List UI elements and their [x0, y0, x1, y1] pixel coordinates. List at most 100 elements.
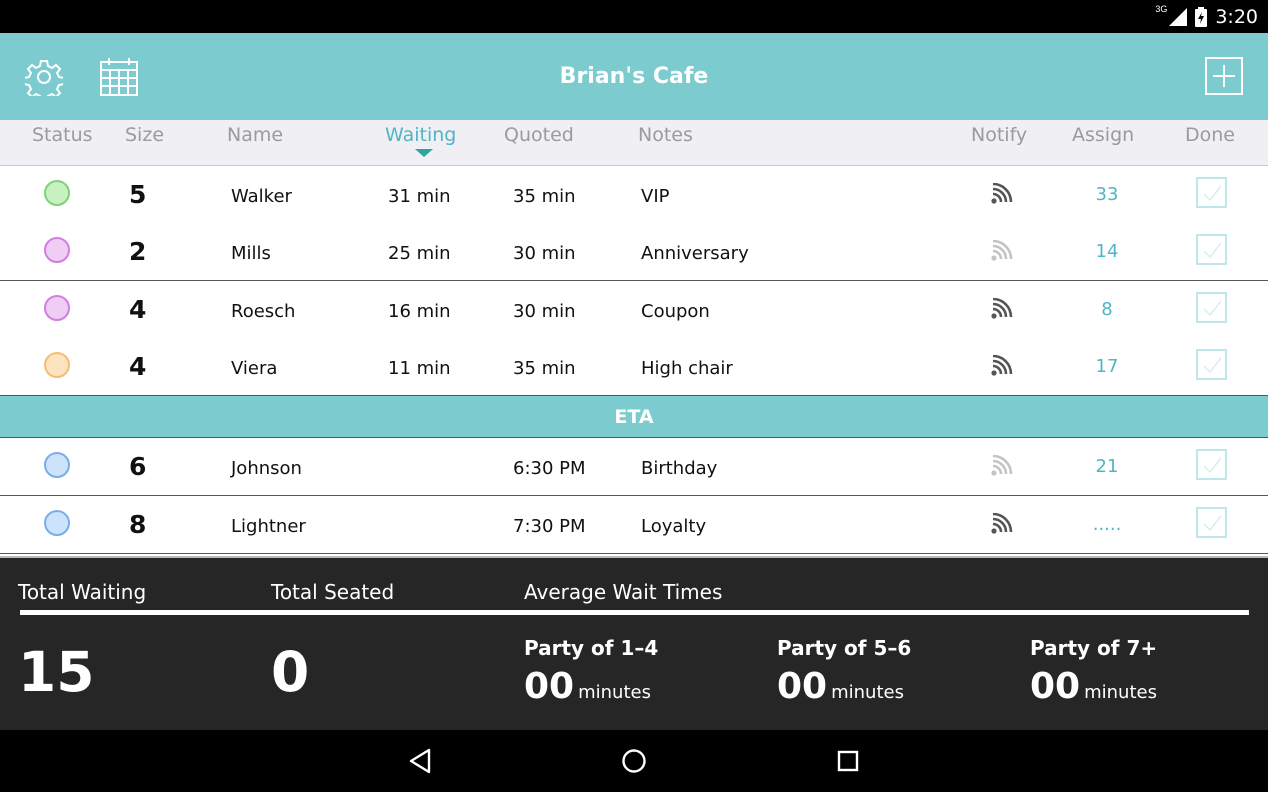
party-notes: Coupon: [641, 301, 710, 322]
party-size: 2: [129, 237, 147, 266]
checkbox-icon[interactable]: [1196, 292, 1227, 323]
party-notes: VIP: [641, 186, 670, 207]
party-name: Roesch: [231, 301, 296, 322]
wifi-signal-icon[interactable]: [990, 355, 1014, 377]
checkbox-icon[interactable]: [1196, 177, 1227, 208]
calendar-icon: [100, 58, 138, 96]
total-seated-value: 0: [271, 640, 310, 704]
col-quoted[interactable]: Quoted: [504, 124, 574, 146]
party-wait-value: 00: [524, 666, 575, 707]
waiting-time: 16 min: [388, 301, 451, 322]
party-name: Viera: [231, 358, 278, 379]
status-indicator[interactable]: [44, 452, 70, 478]
waiting-time: 11 min: [388, 358, 451, 379]
quoted-time: 30 min: [513, 301, 576, 322]
average-wait-label: Average Wait Times: [524, 580, 723, 604]
party-size: 4: [129, 352, 147, 381]
system-status-bar: 3G 3:20: [0, 0, 1268, 33]
party-label: Party of 1–4: [524, 636, 659, 660]
back-triangle-icon: [409, 748, 431, 774]
network-type-label: 3G: [1155, 3, 1168, 14]
party-name: Johnson: [231, 458, 302, 479]
recents-button[interactable]: [833, 746, 863, 776]
recents-square-icon: [837, 750, 859, 772]
col-status[interactable]: Status: [32, 124, 93, 146]
checkbox-icon[interactable]: [1196, 449, 1227, 480]
status-indicator[interactable]: [44, 295, 70, 321]
quoted-time: 7:30 PM: [513, 516, 586, 537]
col-waiting[interactable]: Waiting: [385, 124, 456, 146]
col-size[interactable]: Size: [125, 124, 164, 146]
party-7-plus-stat: Party of 7+ 00 minutes: [1030, 636, 1157, 707]
wifi-signal-icon[interactable]: [990, 183, 1014, 205]
assigned-table[interactable]: 8: [1080, 281, 1134, 338]
gear-icon: [25, 60, 63, 96]
column-header: Status Size Name Waiting Quoted Notes No…: [0, 120, 1268, 166]
col-notify[interactable]: Notify: [971, 124, 1027, 146]
waiting-time: 25 min: [388, 243, 451, 264]
party-label: Party of 7+: [1030, 636, 1158, 660]
sort-descending-icon: [415, 149, 433, 157]
battery-icon: [1195, 6, 1208, 27]
assigned-table[interactable]: 14: [1080, 223, 1134, 280]
status-indicator[interactable]: [44, 510, 70, 536]
col-name[interactable]: Name: [227, 124, 283, 146]
party-wait-unit: minutes: [831, 682, 904, 703]
quoted-time: 30 min: [513, 243, 576, 264]
add-party-button[interactable]: [1204, 56, 1244, 96]
back-button[interactable]: [405, 746, 435, 776]
clock: 3:20: [1215, 5, 1258, 28]
calendar-button[interactable]: [98, 56, 140, 98]
status-indicator[interactable]: [44, 237, 70, 263]
quoted-time: 35 min: [513, 186, 576, 207]
home-button[interactable]: [619, 746, 649, 776]
checkbox-icon[interactable]: [1196, 507, 1227, 538]
checkbox-icon[interactable]: [1196, 349, 1227, 380]
party-name: Mills: [231, 243, 271, 264]
col-assign[interactable]: Assign: [1072, 124, 1134, 146]
settings-button[interactable]: [24, 57, 64, 97]
party-notes: Birthday: [641, 458, 718, 479]
wifi-signal-icon[interactable]: [990, 240, 1014, 262]
col-notes[interactable]: Notes: [638, 124, 693, 146]
party-size: 4: [129, 295, 147, 324]
party-1-4-stat: Party of 1–4 00 minutes: [524, 636, 658, 707]
party-5-6-stat: Party of 5–6 00 minutes: [777, 636, 911, 707]
table-row[interactable]: 2 Mills 25 min 30 min Anniversary 14: [0, 223, 1268, 281]
wifi-signal-icon[interactable]: [990, 513, 1014, 535]
assigned-table[interactable]: .....: [1080, 496, 1134, 553]
status-indicator[interactable]: [44, 352, 70, 378]
total-seated-label: Total Seated: [271, 580, 395, 604]
party-wait-value: 00: [1030, 666, 1081, 707]
signal-icon: [1169, 7, 1188, 26]
party-wait-value: 00: [777, 666, 828, 707]
party-size: 8: [129, 510, 147, 539]
table-row[interactable]: 4 Viera 11 min 35 min High chair 17: [0, 338, 1268, 396]
table-row[interactable]: 4 Roesch 16 min 30 min Coupon 8: [0, 281, 1268, 339]
wifi-signal-icon[interactable]: [990, 298, 1014, 320]
col-done[interactable]: Done: [1185, 124, 1235, 146]
assigned-table[interactable]: 33: [1080, 166, 1134, 223]
party-notes: Loyalty: [641, 516, 707, 537]
party-notes: Anniversary: [641, 243, 749, 264]
status-indicator[interactable]: [44, 180, 70, 206]
summary-panel: Total Waiting Total Seated Average Wait …: [0, 556, 1268, 732]
party-notes: High chair: [641, 358, 733, 379]
quoted-time: 6:30 PM: [513, 458, 586, 479]
waiting-time: 31 min: [388, 186, 451, 207]
party-wait-unit: minutes: [578, 682, 651, 703]
wifi-signal-icon[interactable]: [990, 455, 1014, 477]
table-row[interactable]: 5 Walker 31 min 35 min VIP 33: [0, 166, 1268, 224]
table-row[interactable]: 6 Johnson 6:30 PM Birthday 21: [0, 438, 1268, 496]
checkbox-icon[interactable]: [1196, 234, 1227, 265]
assigned-table[interactable]: 21: [1080, 438, 1134, 495]
table-row[interactable]: 8 Lightner 7:30 PM Loyalty.....: [0, 496, 1268, 554]
summary-divider: [20, 610, 1249, 615]
assigned-table[interactable]: 17: [1080, 338, 1134, 395]
party-name: Lightner: [231, 516, 306, 537]
add-icon: [1205, 57, 1243, 95]
party-size: 5: [129, 180, 147, 209]
app-bar: Brian's Cafe: [0, 33, 1268, 120]
total-waiting-label: Total Waiting: [18, 580, 147, 604]
party-label: Party of 5–6: [777, 636, 912, 660]
